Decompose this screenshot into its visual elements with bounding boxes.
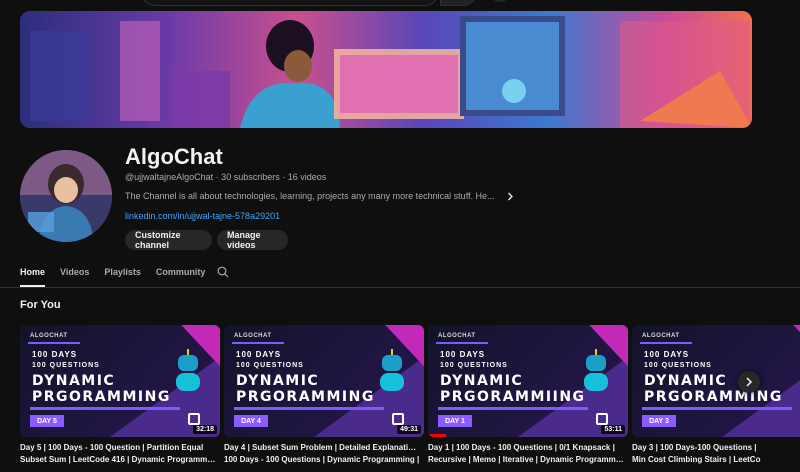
tab-videos[interactable]: Videos (60, 262, 89, 287)
day-badge: DAY 3 (642, 415, 676, 427)
day-badge: DAY 4 (234, 415, 268, 427)
chevron-right-icon (746, 377, 753, 387)
video-title[interactable]: Day 1 | 100 Days - 100 Questions | 0/1 K… (428, 442, 624, 466)
avatar-image (20, 150, 112, 242)
section-title: For You (20, 299, 61, 311)
thumb-brand: ALGOCHAT (642, 333, 680, 339)
search-button[interactable] (440, 0, 478, 6)
video-card[interactable]: ALGOCHAT 100 DAYS 100 QUESTIONS DYNAMIC P… (224, 325, 424, 466)
chip-icon (596, 413, 608, 425)
video-duration: 53:11 (601, 425, 625, 434)
thumb-line2: 100 QUESTIONS (236, 362, 304, 369)
robot-icon (378, 349, 406, 395)
thumb-title: DYNAMIC PRGORAMMING (236, 373, 375, 405)
thumb-brand: ALGOCHAT (30, 333, 68, 339)
thumb-line2: 100 QUESTIONS (440, 362, 508, 369)
chevron-right-icon (507, 192, 513, 200)
video-title[interactable]: Day 4 | Subset Sum Problem | Detailed Ex… (224, 442, 420, 466)
thumb-line2: 100 QUESTIONS (644, 362, 712, 369)
masthead (0, 0, 800, 10)
video-card[interactable]: ALGOCHAT 100 DAYS 100 QUESTIONS DYNAMIC P… (632, 325, 800, 466)
thumb-line2: 100 QUESTIONS (32, 362, 100, 369)
thumb-line1: 100 DAYS (440, 350, 486, 359)
video-title[interactable]: Day 3 | 100 Days-100 Questions | Min Cos… (632, 442, 800, 466)
video-title[interactable]: Day 5 | 100 Days - 100 Question | Partit… (20, 442, 216, 466)
manage-videos-button[interactable]: Manage videos (217, 230, 288, 250)
tab-playlists[interactable]: Playlists (104, 262, 141, 287)
banner-art (20, 11, 752, 128)
thumb-line1: 100 DAYS (236, 350, 282, 359)
channel-description[interactable]: The Channel is all about technologies, l… (125, 191, 514, 201)
robot-icon (174, 349, 202, 395)
thumb-line1: 100 DAYS (644, 350, 690, 359)
watch-progress-bar (428, 434, 446, 437)
search-input[interactable] (140, 0, 440, 6)
video-thumbnail[interactable]: ALGOCHAT 100 DAYS 100 QUESTIONS DYNAMIC P… (20, 325, 220, 437)
thumb-title: DYNAMIC PRGORAMMING (644, 373, 783, 405)
search-icon[interactable] (217, 266, 229, 278)
chip-icon (188, 413, 200, 425)
day-badge: DAY 5 (30, 415, 64, 427)
robot-icon (582, 349, 610, 395)
channel-link[interactable]: linkedin.com/in/ujjwal-tajne-578a29201 (125, 211, 280, 221)
channel-avatar[interactable] (20, 150, 112, 242)
thumb-brand: ALGOCHAT (438, 333, 476, 339)
video-card[interactable]: ALGOCHAT 100 DAYS 100 QUESTIONS DYNAMIC P… (20, 325, 220, 466)
thumb-brand: ALGOCHAT (234, 333, 272, 339)
video-duration: 32:18 (193, 425, 217, 434)
video-thumbnail[interactable]: ALGOCHAT 100 DAYS 100 QUESTIONS DYNAMIC P… (224, 325, 424, 437)
voice-search-button[interactable] (488, 0, 512, 2)
next-button[interactable] (738, 371, 760, 393)
channel-description-text: The Channel is all about technologies, l… (125, 191, 495, 201)
thumb-line1: 100 DAYS (32, 350, 78, 359)
video-thumbnail[interactable]: ALGOCHAT 100 DAYS 100 QUESTIONS DYNAMIC P… (428, 325, 628, 437)
channel-name: AlgoChat (125, 144, 223, 169)
tab-community[interactable]: Community (156, 262, 206, 287)
tabs-divider (0, 287, 800, 288)
video-thumbnail[interactable]: ALGOCHAT 100 DAYS 100 QUESTIONS DYNAMIC P… (632, 325, 800, 437)
video-duration: 49:31 (397, 425, 421, 434)
channel-banner (20, 11, 752, 128)
video-card[interactable]: ALGOCHAT 100 DAYS 100 QUESTIONS DYNAMIC P… (428, 325, 628, 466)
chip-icon (392, 413, 404, 425)
thumb-title: DYNAMIC PRGORAMMIING (440, 373, 586, 405)
tab-home[interactable]: Home (20, 262, 46, 287)
day-badge: DAY 1 (438, 415, 472, 427)
customize-channel-button[interactable]: Customize channel (125, 230, 212, 250)
channel-meta: @ujjwaltajneAlgoChat · 30 subscribers · … (125, 172, 327, 182)
thumb-title: DYNAMIC PRGORAMMING (32, 373, 171, 405)
channel-tabs: Home Videos Playlists Community (20, 262, 220, 287)
